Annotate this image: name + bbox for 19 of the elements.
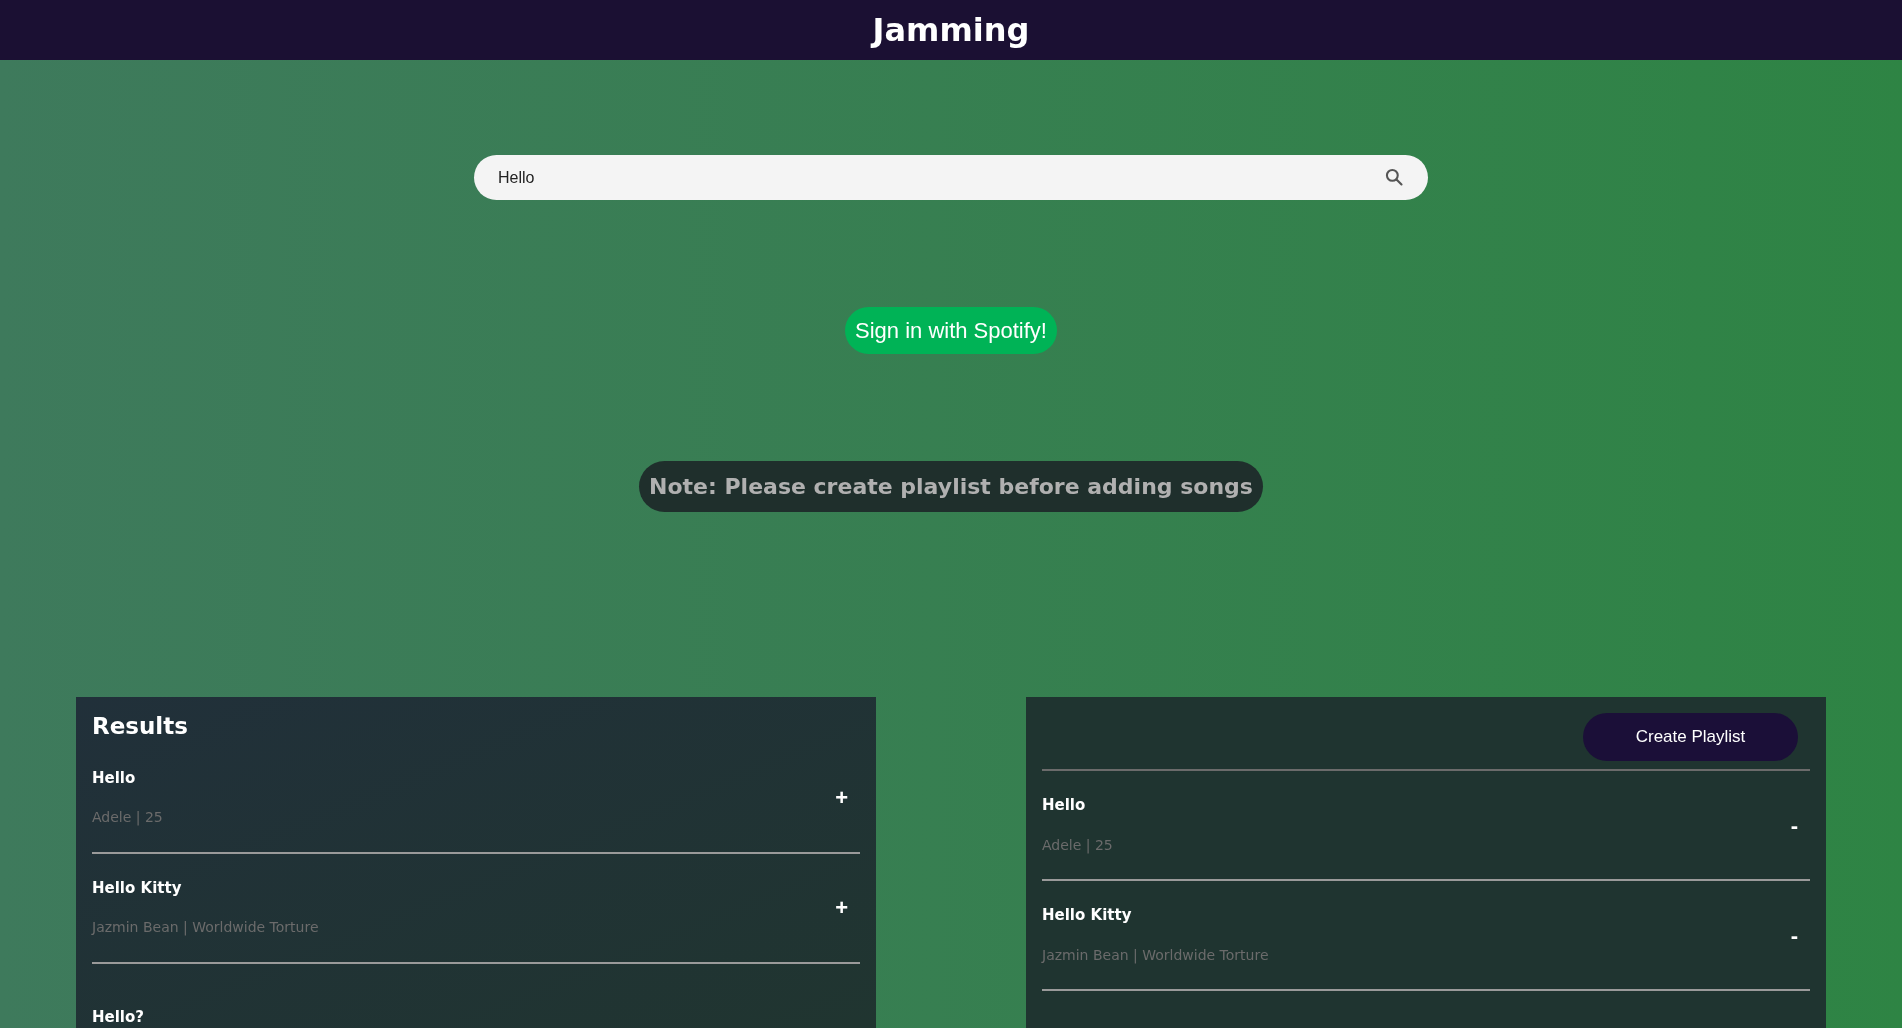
note-banner: Note: Please create playlist before adding songs xyxy=(639,461,1263,512)
app-title: Jamming xyxy=(872,10,1030,51)
track-title: Hello? xyxy=(92,1007,145,1028)
results-heading: Results xyxy=(92,712,188,741)
create-playlist-button[interactable]: Create Playlist xyxy=(1583,713,1798,761)
track-details: Jazmin Bean | Worldwide Torture xyxy=(1042,945,1269,966)
search-field[interactable]: Hello xyxy=(474,155,1428,200)
add-track-button[interactable]: + xyxy=(827,781,856,814)
track-title: Hello Kitty xyxy=(92,877,182,899)
add-track-button[interactable]: + xyxy=(827,891,856,924)
search-icon[interactable] xyxy=(1384,167,1404,187)
track-title: Hello xyxy=(1042,795,1086,817)
track-details: Adele | 25 xyxy=(1042,835,1113,856)
track-details: Adele | 25 xyxy=(92,808,163,828)
track-title: Hello Kitty xyxy=(1042,905,1132,927)
remove-track-button[interactable]: - xyxy=(1782,808,1806,842)
track-details: Jazmin Bean | Worldwide Torture xyxy=(92,918,319,938)
track-title: Hello xyxy=(92,767,136,789)
remove-track-button[interactable]: - xyxy=(1782,918,1806,952)
